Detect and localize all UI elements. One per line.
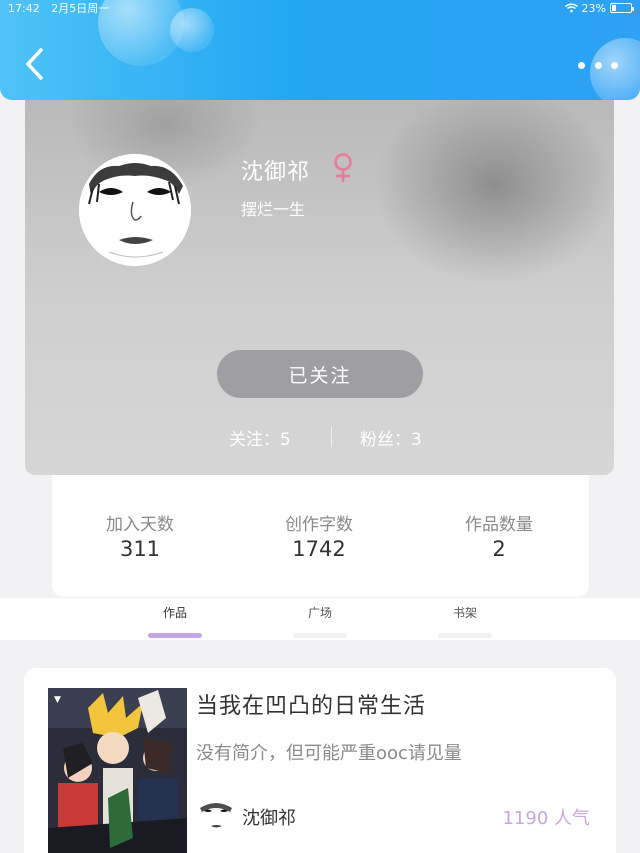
more-dots-icon [611,61,618,69]
more-dots-icon [594,61,602,69]
work-list-item[interactable]: ▼ 当我在凹凸的日常生活 没有简介，但可能严重ooc请见量 沈御祁 1190 人… [24,668,616,853]
followed-button[interactable]: 已关注 [217,350,423,398]
stats-card: 加入天数 311 创作字数 1742 作品数量 2 [52,475,589,597]
battery-icon [610,3,634,13]
tab-indicator [293,633,347,638]
stat-label: 加入天数 [106,515,174,535]
avatar-face-drawing [79,154,191,266]
work-title[interactable]: 当我在凹凸的日常生活 [196,688,426,720]
stat-value: 2 [492,537,506,561]
stat-label: 作品数量 [465,515,533,535]
profile-signature: 摆烂一生 [241,200,306,219]
tab-bookshelf[interactable]: 书架 [425,604,505,638]
status-time: 17:42 [8,2,40,15]
wifi-icon [564,3,578,13]
work-cover-image[interactable]: ▼ [48,688,187,853]
work-author-name[interactable]: 沈御祁 [242,804,296,830]
more-dots-icon [578,61,585,69]
battery-percentage: 23% [581,1,606,15]
status-bar: 17:42 2月5日周一 23% [0,0,640,16]
stat-value: 1742 [292,537,346,561]
more-options-button[interactable] [578,55,618,75]
divider [331,427,332,447]
profile-header-card: 沈御祁 摆烂一生 已关注 关注：5 粉丝：3 [25,90,614,475]
fans-count[interactable]: 粉丝：3 [360,425,422,450]
follow-counts: 关注：5 粉丝：3 [25,425,614,450]
cover-logo-text: ▼ [54,695,61,705]
work-popularity: 1190 人气 [502,808,590,829]
battery-level [612,5,616,11]
tab-label: 书架 [452,606,477,620]
back-button[interactable] [18,44,52,84]
stat-label: 创作字数 [285,515,353,535]
following-count[interactable]: 关注：5 [229,425,291,450]
avatar[interactable] [79,154,191,266]
stat-join-days: 加入天数 311 [70,510,210,561]
top-navigation-bar: 17:42 2月5日周一 23% [0,0,640,100]
tab-indicator [148,633,202,638]
stat-value: 311 [119,537,161,561]
profile-username: 沈御祁 [241,160,311,185]
work-description: 没有简介，但可能严重ooc请见量 [196,743,462,764]
cover-illustration: ▼ [48,688,187,853]
tab-label: 作品 [162,606,187,620]
chevron-left-icon [26,48,43,80]
tab-square[interactable]: 广场 [280,604,360,638]
stat-works-count: 作品数量 2 [429,510,569,561]
female-symbol-icon [334,153,352,182]
tab-works[interactable]: 作品 [135,604,215,638]
author-avatar-drawing [196,796,236,836]
stat-word-count: 创作字数 1742 [249,510,389,561]
profile-tabs: 作品 广场 书架 [0,598,640,640]
tab-label: 广场 [307,606,332,620]
author-avatar[interactable] [196,796,236,836]
status-date: 2月5日周一 [51,2,110,15]
tab-indicator [438,633,492,638]
